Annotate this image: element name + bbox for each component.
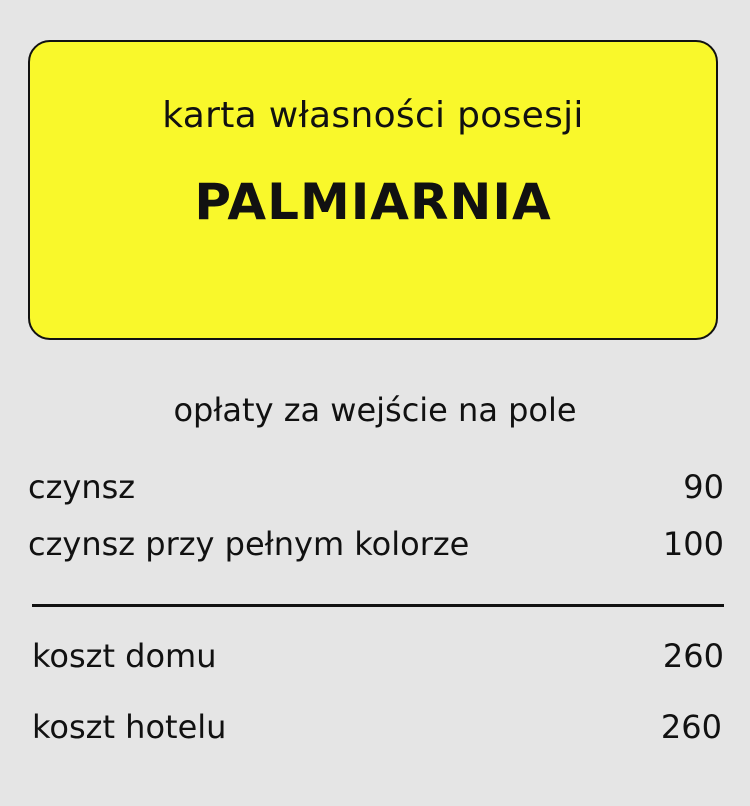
property-name: PALMIARNIA <box>194 173 552 231</box>
rent-full-color-value: 100 <box>662 525 724 563</box>
house-cost-value: 260 <box>662 637 724 675</box>
house-cost-row: koszt domu 260 <box>32 634 724 678</box>
rent-full-color-row: czynsz przy pełnym kolorze 100 <box>28 522 724 566</box>
rent-full-color-label: czynsz przy pełnym kolorze <box>28 525 470 563</box>
rent-label: czynsz <box>28 468 136 506</box>
rent-value: 90 <box>683 468 724 506</box>
hotel-cost-row: koszt hotelu 260 <box>32 705 722 749</box>
hotel-cost-label: koszt hotelu <box>32 708 227 746</box>
divider <box>32 604 724 607</box>
house-cost-label: koszt domu <box>32 637 217 675</box>
property-card-header: karta własności posesji PALMIARNIA <box>28 40 718 340</box>
fees-heading: opłaty za wejście na pole <box>173 391 577 429</box>
rent-row: czynsz 90 <box>28 465 724 509</box>
card-subtitle: karta własności posesji <box>162 95 584 136</box>
hotel-cost-value: 260 <box>660 708 722 746</box>
